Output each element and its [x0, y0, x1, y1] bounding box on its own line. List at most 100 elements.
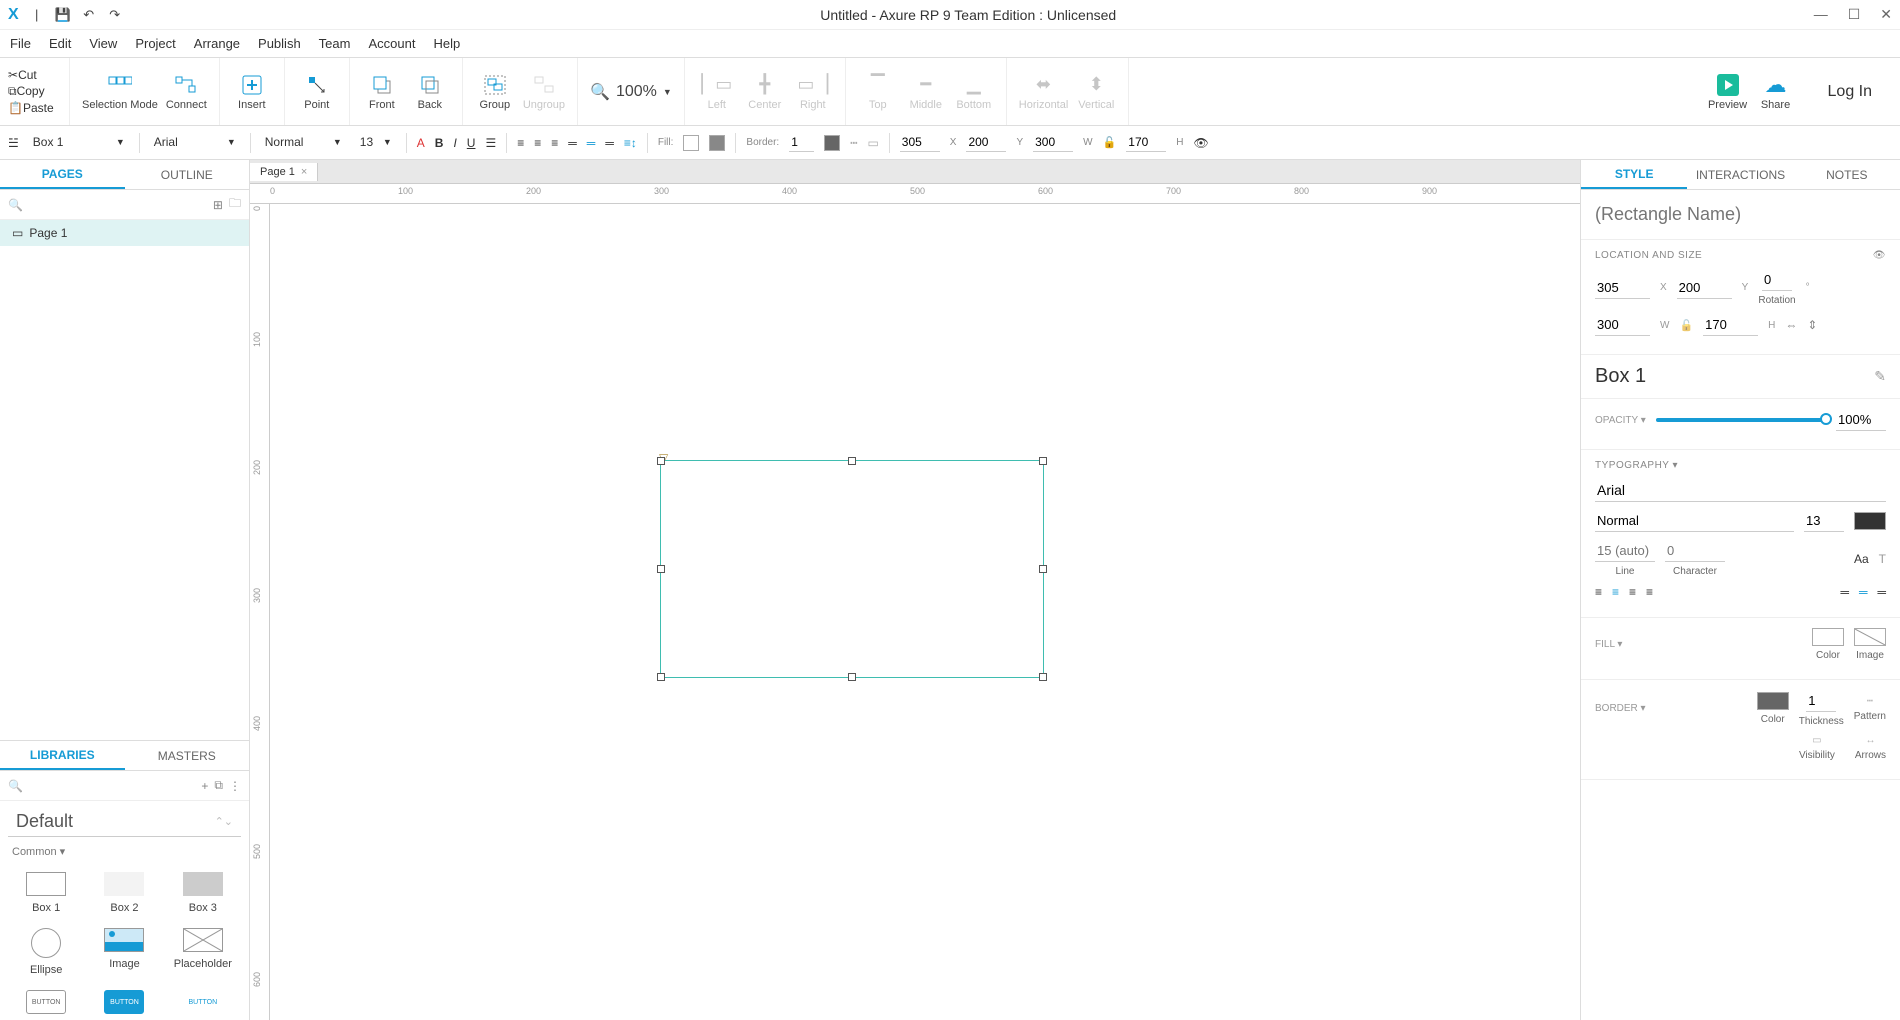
library-group-header[interactable]: Common ▾	[0, 837, 249, 866]
right-text-color-swatch[interactable]	[1854, 512, 1886, 530]
border-visibility-icon[interactable]: ▭	[867, 136, 878, 150]
group-button[interactable]: Group	[475, 73, 515, 111]
right-valign-bottom-icon[interactable]: ═	[1877, 585, 1886, 599]
resize-handle-nw[interactable]	[657, 457, 665, 465]
align-middle-button[interactable]: ━Middle	[906, 73, 946, 111]
align-right-button[interactable]: ▭▕Right	[793, 73, 833, 111]
add-library-icon[interactable]: +	[201, 779, 208, 793]
page-item-page1[interactable]: ▭ Page 1	[0, 220, 249, 246]
right-font-dropdown[interactable]	[1595, 479, 1886, 502]
connect-button[interactable]: Connect	[166, 73, 207, 111]
right-halign-justify-icon[interactable]: ≡	[1646, 585, 1653, 599]
right-y-input[interactable]	[1677, 277, 1732, 299]
text-advanced-icon[interactable]: T	[1879, 552, 1886, 566]
right-halign-right-icon[interactable]: ≡	[1629, 585, 1636, 599]
align-center-button[interactable]: ╋Center	[745, 73, 785, 111]
right-halign-center-icon[interactable]: ≡	[1612, 585, 1619, 599]
valign-top-icon[interactable]: ═	[568, 136, 577, 150]
login-button[interactable]: Log In	[1808, 83, 1892, 101]
preview-button[interactable]: Preview	[1708, 73, 1748, 111]
tab-style[interactable]: STYLE	[1581, 160, 1687, 189]
right-border-color-swatch[interactable]	[1757, 692, 1789, 710]
text-case-icon[interactable]: Aa	[1854, 552, 1869, 566]
widget-box2[interactable]: Box 2	[90, 872, 158, 914]
opacity-slider[interactable]	[1656, 418, 1826, 422]
border-arrows-icon[interactable]: ↔	[1865, 735, 1875, 746]
char-spacing-input[interactable]	[1665, 540, 1725, 562]
selection-mode-button[interactable]: Selection Mode	[82, 73, 158, 111]
add-folder-icon[interactable]: 🗀	[229, 194, 241, 215]
menu-help[interactable]: Help	[433, 36, 460, 51]
maximize-icon[interactable]: ☐	[1848, 6, 1861, 23]
right-fontsize-input[interactable]	[1804, 510, 1844, 532]
widget-image[interactable]: Image	[90, 928, 158, 976]
back-button[interactable]: Back	[410, 73, 450, 111]
typography-label[interactable]: TYPOGRAPHY ▾	[1595, 460, 1886, 471]
border-style-icon[interactable]: ┅	[850, 136, 857, 150]
rotation-input[interactable]	[1762, 269, 1792, 291]
fill-section-label[interactable]: FILL ▾	[1595, 639, 1622, 650]
dist-vertical-button[interactable]: ⬍Vertical	[1076, 73, 1116, 111]
visibility-eye-icon[interactable]: 👁	[1194, 136, 1209, 150]
border-visibility-icon[interactable]: ▭	[1812, 735, 1821, 746]
undo-icon[interactable]: ↶	[81, 7, 97, 23]
right-w-input[interactable]	[1595, 314, 1650, 336]
tab-masters[interactable]: MASTERS	[125, 741, 250, 770]
resize-handle-sw[interactable]	[657, 673, 665, 681]
widget-style-name[interactable]: Box 1	[1595, 365, 1646, 388]
share-button[interactable]: ☁Share	[1756, 73, 1796, 111]
resize-handle-s[interactable]	[848, 673, 856, 681]
right-x-input[interactable]	[1595, 277, 1650, 299]
library-settings-icon[interactable]: ⧉	[214, 778, 223, 793]
align-left-button[interactable]: ▏▭Left	[697, 73, 737, 111]
halign-right-icon[interactable]: ≡	[551, 136, 558, 150]
right-h-input[interactable]	[1703, 314, 1758, 336]
text-color-icon[interactable]: A	[417, 136, 425, 150]
right-valign-top-icon[interactable]: ═	[1840, 585, 1849, 599]
selected-rectangle[interactable]: ▽	[660, 460, 1044, 678]
library-search-input[interactable]	[29, 779, 195, 793]
line-spacing-input[interactable]	[1595, 540, 1655, 562]
menu-file[interactable]: File	[10, 36, 31, 51]
menu-team[interactable]: Team	[319, 36, 351, 51]
close-tab-icon[interactable]: ×	[301, 166, 307, 178]
w-input[interactable]	[1033, 133, 1073, 152]
border-color-swatch[interactable]	[824, 135, 840, 151]
redo-icon[interactable]: ↷	[107, 7, 123, 23]
insert-button[interactable]: Insert	[232, 73, 272, 111]
menu-edit[interactable]: Edit	[49, 36, 71, 51]
border-pattern-icon[interactable]: ┅	[1867, 696, 1873, 707]
border-section-label[interactable]: BORDER ▾	[1595, 703, 1646, 714]
menu-project[interactable]: Project	[135, 36, 175, 51]
menu-account[interactable]: Account	[368, 36, 415, 51]
bold-icon[interactable]: B	[435, 136, 444, 150]
align-bottom-button[interactable]: ▁Bottom	[954, 73, 994, 111]
ungroup-button[interactable]: Ungroup	[523, 73, 565, 111]
pages-search-input[interactable]	[29, 198, 207, 212]
fill-color-swatch[interactable]	[683, 135, 699, 151]
tab-notes[interactable]: NOTES	[1794, 160, 1900, 189]
valign-bottom-icon[interactable]: ═	[605, 136, 614, 150]
line-spacing-icon[interactable]: ≡↕	[624, 136, 637, 150]
valign-middle-icon[interactable]: ═	[587, 136, 596, 150]
y-input[interactable]	[966, 133, 1006, 152]
library-name-dropdown[interactable]: Default⌃⌄	[8, 801, 241, 837]
paste-button[interactable]: 📋Paste	[8, 101, 69, 115]
front-button[interactable]: Front	[362, 73, 402, 111]
copy-button[interactable]: ⧉Copy	[8, 84, 69, 99]
add-page-icon[interactable]: ⊞	[213, 198, 223, 212]
widget-button3[interactable]: BUTTON	[169, 990, 237, 1014]
resize-handle-e[interactable]	[1039, 565, 1047, 573]
minimize-icon[interactable]: —	[1814, 6, 1828, 23]
widget-ellipse[interactable]: Ellipse	[12, 928, 80, 976]
flip-h-icon[interactable]: ⇔	[1785, 318, 1797, 332]
underline-icon[interactable]: U	[467, 136, 476, 150]
lock-aspect-icon[interactable]: 🔓	[1103, 136, 1117, 149]
right-halign-left-icon[interactable]: ≡	[1595, 585, 1602, 599]
right-border-thickness-input[interactable]	[1806, 690, 1836, 712]
bullets-icon[interactable]: ☰	[485, 136, 496, 150]
right-fill-image-swatch[interactable]	[1854, 628, 1886, 646]
style-selector-icon[interactable]: ☱	[8, 136, 19, 150]
canvas-tab-page1[interactable]: Page 1×	[250, 163, 318, 181]
halign-center-icon[interactable]: ≡	[534, 136, 541, 150]
